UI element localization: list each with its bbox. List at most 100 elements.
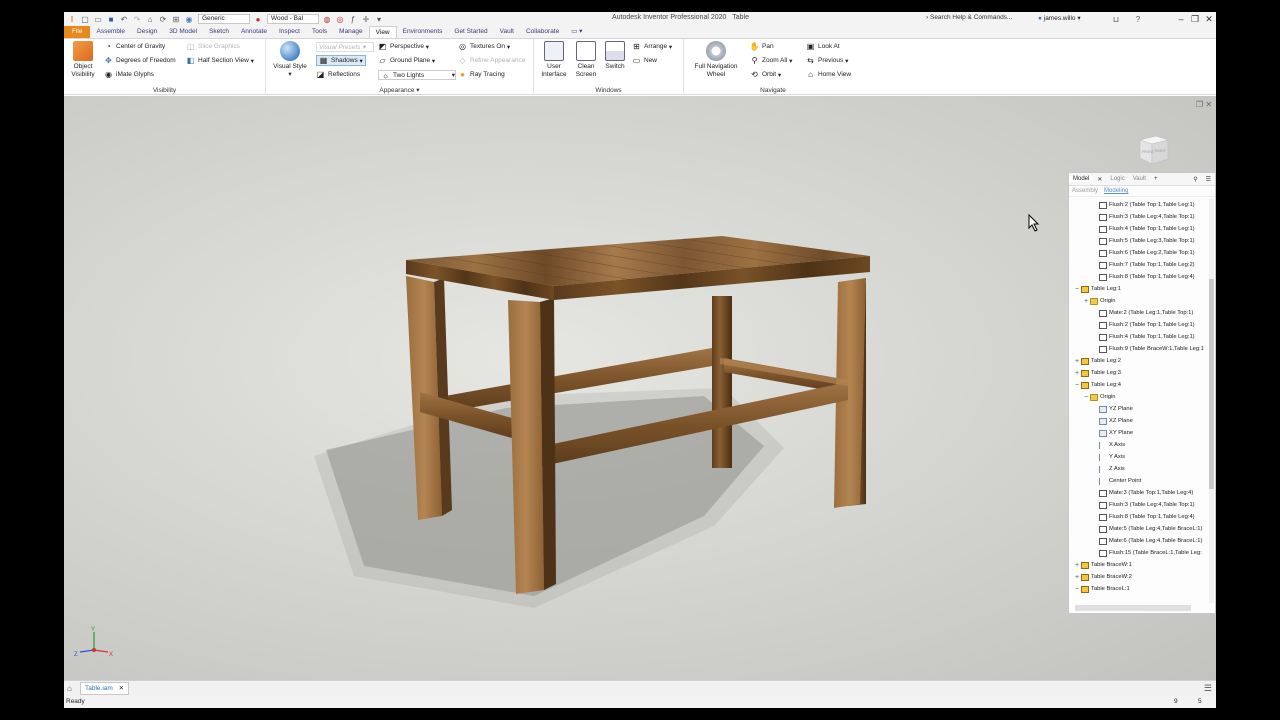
tab-3d-model[interactable]: 3D Model	[163, 26, 203, 38]
browser-tree-node[interactable]: YZ Plane	[1069, 403, 1209, 415]
appearance-panel-title[interactable]: Appearance ▾	[266, 86, 533, 94]
ray-tracing-button[interactable]: ● Ray Tracing	[458, 70, 505, 79]
undo-icon[interactable]: ↶	[119, 14, 129, 24]
minimize-button[interactable]: –	[1174, 12, 1188, 26]
pan-button[interactable]: ✋ Pan	[750, 42, 774, 51]
browser-tab-model[interactable]: Model	[1069, 176, 1094, 182]
browser-tab-model-close-icon[interactable]: ✕	[1093, 176, 1106, 183]
tab-vault[interactable]: Vault	[494, 26, 520, 38]
expand-icon[interactable]: +	[1073, 358, 1081, 365]
tabs-menu-icon[interactable]: ☰	[1204, 683, 1212, 694]
clear-icon[interactable]: ◎	[335, 14, 345, 24]
browser-tree-node[interactable]: Y Axis	[1069, 451, 1209, 463]
browser-tree-node[interactable]: + Origin	[1069, 295, 1209, 307]
browser-tree-node[interactable]: Flush:2 (Table Top:1,Table Leg:1)	[1069, 319, 1209, 331]
tab-view[interactable]: View	[368, 26, 397, 38]
full-navigation-wheel-button[interactable]: Full Navigation Wheel	[688, 41, 744, 79]
inventor-logo-icon[interactable]: I	[67, 14, 77, 24]
browser-scrollbar-thumb[interactable]	[1209, 279, 1214, 489]
degrees-of-freedom-button[interactable]: ✥ Degrees of Freedom	[104, 56, 175, 65]
look-at-button[interactable]: ▣ Look At	[806, 42, 840, 51]
object-visibility-button[interactable]: Object Visibility	[68, 41, 98, 79]
tab-inspect[interactable]: Inspect	[273, 26, 306, 38]
browser-search-icon[interactable]: ⚲	[1189, 176, 1201, 183]
cart-icon[interactable]: ⊔	[1111, 14, 1121, 24]
visual-style-button[interactable]: Visual Style ▾	[272, 41, 308, 79]
tab-sketch[interactable]: Sketch	[203, 26, 235, 38]
user-account[interactable]: ● james.willo ▾	[1038, 14, 1081, 22]
browser-tree-node[interactable]: Flush:9 (Table BraceW:1,Table Leg:1	[1069, 343, 1209, 355]
browser-tree-node[interactable]: Center Point	[1069, 475, 1209, 487]
browser-tree-node[interactable]: XZ Plane	[1069, 415, 1209, 427]
arrange-button[interactable]: ⊞ Arrange ▾	[632, 42, 672, 51]
tab-file[interactable]: File	[64, 26, 91, 38]
adjust-icon[interactable]: ◍	[322, 14, 332, 24]
user-interface-button[interactable]: User Interface	[540, 41, 568, 79]
select-icon[interactable]: ⊞	[171, 14, 181, 24]
browser-tree-node[interactable]: Flush:6 (Table Leg:2,Table Top:1)	[1069, 247, 1209, 259]
browser-tree-node[interactable]: Flush:3 (Table Leg:4,Table Top:1)	[1069, 499, 1209, 511]
browser-tree-node[interactable]: − Origin	[1069, 391, 1209, 403]
tab-collaborate[interactable]: Collaborate	[520, 26, 565, 38]
expand-icon[interactable]: +	[1073, 370, 1081, 377]
tab-manage[interactable]: Manage	[333, 26, 369, 38]
browser-tree-node[interactable]: Flush:4 (Table Top:1,Table Leg:1)	[1069, 223, 1209, 235]
add-browser-tab-icon[interactable]: +	[1150, 176, 1162, 182]
save-icon[interactable]: ■	[106, 14, 116, 24]
center-of-gravity-button[interactable]: ◔ Center of Gravity	[104, 42, 165, 51]
material-icon[interactable]: ●	[253, 14, 263, 24]
expand-icon[interactable]: +	[1082, 298, 1090, 305]
reflections-button[interactable]: ◪ Reflections	[316, 70, 360, 79]
assembly-view-tab[interactable]: Assembly	[1072, 188, 1098, 194]
modeling-view-tab[interactable]: Modeling	[1104, 188, 1128, 194]
browser-tab-logic[interactable]: Logic	[1106, 176, 1128, 182]
new-window-button[interactable]: ▭ New	[632, 56, 657, 65]
home-view-button[interactable]: ⌂ Home View	[806, 70, 851, 79]
imate-glyphs-button[interactable]: ◉ iMate Glyphs	[104, 70, 154, 79]
fx-icon[interactable]: ƒ	[348, 14, 358, 24]
tab-assemble[interactable]: Assemble	[90, 26, 131, 38]
tab-annotate[interactable]: Annotate	[235, 26, 273, 38]
collapse-icon[interactable]: −	[1082, 394, 1090, 401]
zoom-all-button[interactable]: ⚲ Zoom All ▾	[750, 56, 793, 65]
expand-icon[interactable]: +	[1073, 562, 1081, 569]
textures-on-button[interactable]: ◎ Textures On ▾	[458, 42, 510, 51]
close-icon[interactable]: ✕	[119, 685, 124, 692]
previous-view-button[interactable]: ⇆ Previous ▾	[806, 56, 848, 65]
perspective-button[interactable]: ◩ Perspective ▾	[378, 42, 429, 51]
browser-tree-node[interactable]: Z Axis	[1069, 463, 1209, 475]
browser-tree-node[interactable]: − Table Leg:1	[1069, 283, 1209, 295]
browser-tree-node[interactable]: Flush:5 (Table Leg:3,Table Top:1)	[1069, 235, 1209, 247]
browser-tree-node[interactable]: Mate:6 (Table Leg:4,Table BraceL:1)	[1069, 535, 1209, 547]
help-icon[interactable]: ?	[1133, 14, 1143, 24]
lighting-select[interactable]: ☼ Two Lights ▾	[378, 70, 456, 80]
browser-tree-node[interactable]: Flush:2 (Table Top:1,Table Leg:1)	[1069, 199, 1209, 211]
browser-tree-node[interactable]: − Table Leg:4	[1069, 379, 1209, 391]
slice-graphics-button[interactable]: ◫ Slice Graphics	[186, 42, 240, 51]
switch-button[interactable]: Switch	[602, 41, 628, 71]
home-icon[interactable]: ⌂	[145, 14, 155, 24]
update-icon[interactable]: ⟳	[158, 14, 168, 24]
search-help-field[interactable]: › Search Help & Commands...	[926, 14, 1020, 24]
document-tab-table[interactable]: Table.iam ✕	[80, 682, 130, 695]
browser-tree-node[interactable]: Flush:3 (Table Leg:4,Table Top:1)	[1069, 211, 1209, 223]
orbit-button[interactable]: ⟲ Orbit ▾	[750, 70, 781, 79]
graphics-viewport[interactable]: ❐ ✕ FRONT RIGHT Y X Z Model ✕ Logic Vaul…	[64, 96, 1216, 680]
clean-screen-button[interactable]: Clean Screen	[572, 41, 600, 79]
tab-design[interactable]: Design	[131, 26, 163, 38]
browser-tree-node[interactable]: Flush:15 (Table BraceL:1,Table Leg:	[1069, 547, 1209, 559]
browser-tree-node[interactable]: Mate:3 (Table Top:1,Table Leg:4)	[1069, 487, 1209, 499]
browser-tree-node[interactable]: Flush:8 (Table Top:1,Table Leg:4)	[1069, 511, 1209, 523]
collapse-icon[interactable]: −	[1073, 382, 1081, 389]
browser-tree-node[interactable]: + Table Leg:3	[1069, 367, 1209, 379]
browser-tree-node[interactable]: Mate:5 (Table Leg:4,Table BraceL:1)	[1069, 523, 1209, 535]
close-button[interactable]: ✕	[1202, 12, 1216, 26]
ribbon-options-icon[interactable]: ▭ ▾	[565, 26, 588, 38]
browser-tree-node[interactable]: + Table BraceW:1	[1069, 559, 1209, 571]
browser-tree-node[interactable]: Flush:8 (Table Top:1,Table Leg:4)	[1069, 271, 1209, 283]
browser-menu-icon[interactable]: ☰	[1202, 176, 1215, 183]
refine-appearance-button[interactable]: ◇ Refine Appearance	[458, 56, 525, 65]
move-icon[interactable]: ✛	[361, 14, 371, 24]
browser-tree-node[interactable]: Flush:7 (Table Top:1,Table Leg:2)	[1069, 259, 1209, 271]
ground-plane-button[interactable]: ▱ Ground Plane ▾	[378, 56, 435, 65]
